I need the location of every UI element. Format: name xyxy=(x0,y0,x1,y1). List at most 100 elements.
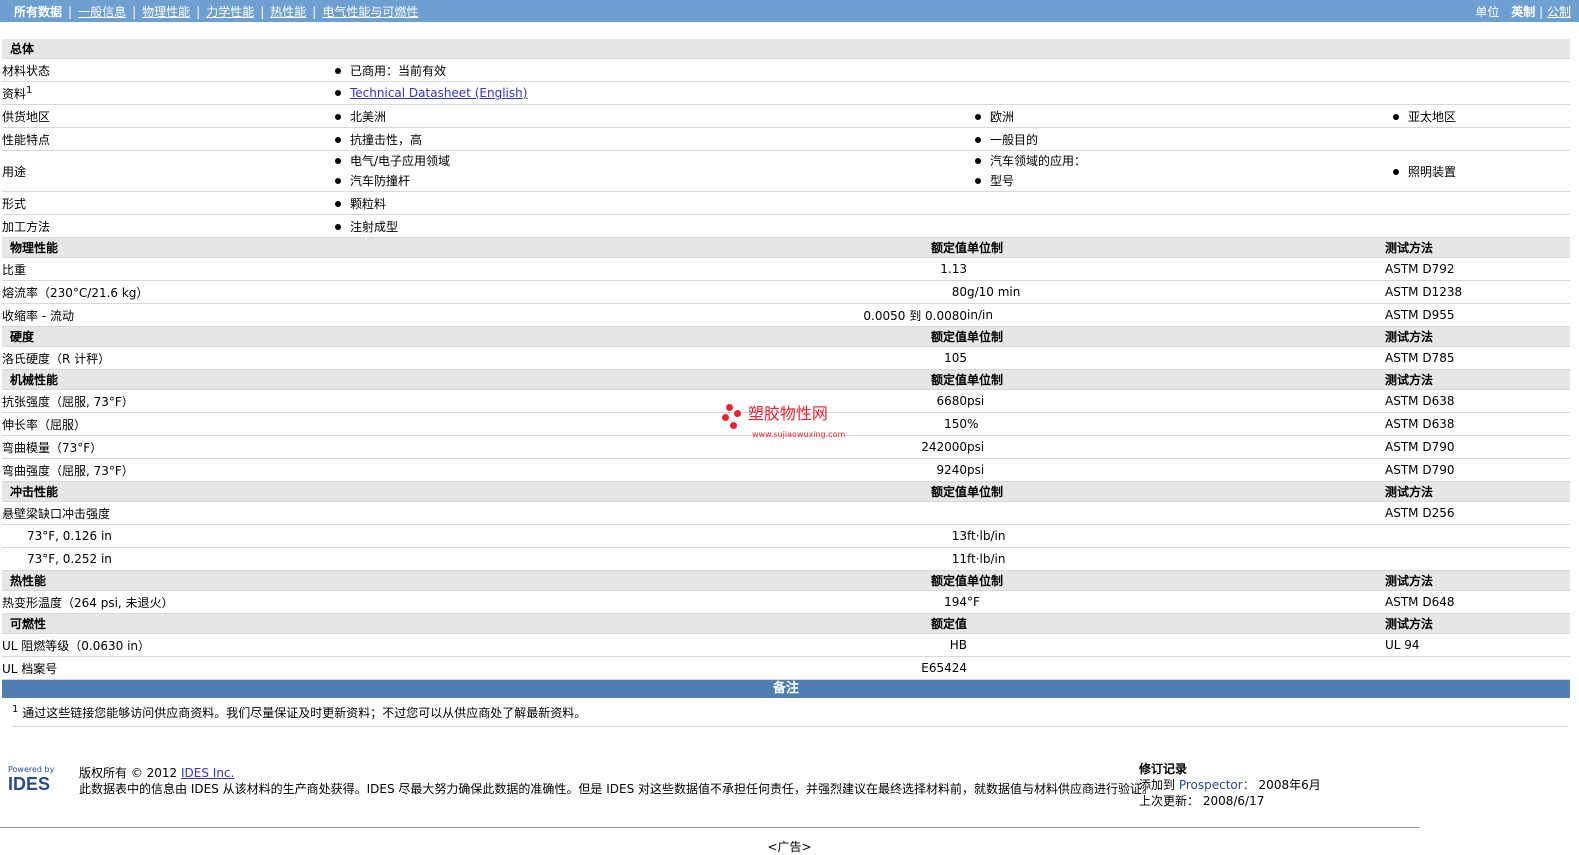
section-title: 热性能 xyxy=(2,570,327,591)
test-method: ASTM D1238 xyxy=(1385,280,1570,304)
revision-history: 修订记录 添加到 Prospector： 2008年6月 上次更新： 2008/… xyxy=(1139,761,1321,809)
header-value: 额定值 xyxy=(327,237,967,258)
bullet-icon xyxy=(335,113,341,120)
header-unit: 单位制 xyxy=(967,570,1385,591)
property-row: 熔流率（230°C/21.6 kg） 80 g/10 min ASTM D1238 xyxy=(2,280,1570,304)
property-name: 性能特点 xyxy=(2,127,327,151)
value-item: 已商用：当前有效 xyxy=(327,62,967,79)
test-method xyxy=(1385,524,1570,548)
copyright-block: 版权所有 © 2012 IDES Inc. 此数据表中的信息由 IDES 从该材… xyxy=(79,765,1154,797)
header-method: 测试方法 xyxy=(1385,237,1570,258)
value-item: 北美洲 xyxy=(327,108,967,125)
property-value: 150 xyxy=(327,412,967,436)
value-item: 抗撞击性，高 xyxy=(327,131,967,148)
property-label: 供货地区 xyxy=(2,109,51,124)
header-method: 测试方法 xyxy=(1385,613,1570,634)
property-name: 洛氏硬度（R 计秤） xyxy=(2,346,327,370)
test-method xyxy=(1385,547,1570,571)
property-value: 0.0050 到 0.0080 xyxy=(327,303,967,327)
tab-mechanical[interactable]: 力学性能 xyxy=(206,5,254,19)
copyright-text: 版权所有 © 2012 xyxy=(79,766,181,780)
footnote-mark: 1 xyxy=(12,704,19,715)
property-value: 194 xyxy=(327,590,967,614)
property-row: 比重 1.13 ASTM D792 xyxy=(2,257,1570,281)
property-row: 收缩率 - 流动 0.0050 到 0.0080 in/in ASTM D955 xyxy=(2,303,1570,327)
property-name: UL 档案号 xyxy=(2,656,327,680)
property-unit: °F xyxy=(967,590,1385,614)
property-unit xyxy=(967,656,1385,680)
general-row: 供货地区 北美洲 欧洲 亚太地区 xyxy=(2,104,1570,128)
property-value: 颗粒料 xyxy=(327,191,967,215)
tab-general-info[interactable]: 一般信息 xyxy=(78,5,126,19)
header-value: 额定值 xyxy=(327,326,967,347)
bullet-icon xyxy=(1393,113,1399,120)
property-value: 80 xyxy=(327,280,967,304)
test-method: ASTM D648 xyxy=(1385,590,1570,614)
property-unit xyxy=(967,346,1385,370)
header-value: 额定值 xyxy=(327,369,967,390)
property-row: 热变形温度（264 psi, 未退火） 194 °F ASTM D648 xyxy=(2,590,1570,614)
bullet-icon xyxy=(335,223,341,230)
property-value: 9240 xyxy=(327,458,967,482)
header-method: 测试方法 xyxy=(1385,369,1570,390)
property-value: 注射成型 xyxy=(327,214,967,238)
property-value xyxy=(1385,191,1570,215)
unit-imperial: 英制 xyxy=(1511,5,1536,19)
property-value: 6680 xyxy=(327,389,967,413)
logo-powered-by: Powered by xyxy=(8,765,55,774)
tab-all-data[interactable]: 所有数据 xyxy=(14,5,62,19)
property-value xyxy=(1385,214,1570,238)
property-unit xyxy=(967,633,1385,657)
header-value: 额定值 xyxy=(327,613,967,634)
ides-logo: Powered by IDES xyxy=(8,765,70,795)
unit-metric-link[interactable]: 公制 xyxy=(1547,5,1571,19)
property-value: 亚太地区 xyxy=(1385,104,1570,128)
bullet-icon xyxy=(335,178,341,184)
test-method: UL 94 xyxy=(1385,633,1570,657)
value-item: 型号 xyxy=(967,171,1385,191)
rev-updated-date: 2008/6/17 xyxy=(1202,794,1265,808)
property-name: 熔流率（230°C/21.6 kg） xyxy=(2,280,327,304)
header-unit: 单位制 xyxy=(967,369,1385,390)
test-method: ASTM D790 xyxy=(1385,435,1570,459)
tab-electrical-flammability[interactable]: 电气性能与可燃性 xyxy=(322,5,418,19)
bullet-icon xyxy=(335,158,341,164)
property-value xyxy=(967,191,1385,215)
header-unit: 单位制 xyxy=(967,326,1385,347)
header-method: 测试方法 xyxy=(1385,570,1570,591)
property-name: 资料1 xyxy=(2,81,327,105)
property-unit: ft·lb/in xyxy=(967,524,1385,548)
test-method: ASTM D785 xyxy=(1385,346,1570,370)
section-header: 热性能 额定值 单位制 测试方法 xyxy=(2,570,1570,591)
property-value: 电气/电子应用领域 汽车防撞杆 xyxy=(327,150,967,192)
footnote-ref: 1 xyxy=(26,84,33,96)
tab-physical[interactable]: 物理性能 xyxy=(142,5,190,19)
value-item: 欧洲 xyxy=(967,108,1385,125)
property-name: 加工方法 xyxy=(2,214,327,238)
property-name: UL 阻燃等级（0.0630 in） xyxy=(2,633,327,657)
revision-title: 修订记录 xyxy=(1139,762,1188,776)
footer: Powered by IDES 版权所有 © 2012 IDES Inc. 此数… xyxy=(0,757,1420,828)
ides-link[interactable]: IDES Inc. xyxy=(181,766,234,780)
property-unit xyxy=(967,501,1385,525)
property-unit: psi xyxy=(967,389,1385,413)
property-value xyxy=(1385,127,1570,151)
watermark-logo-icon xyxy=(722,402,744,430)
datasheet-link[interactable]: Technical Datasheet (English) xyxy=(350,86,527,100)
tab-thermal[interactable]: 热性能 xyxy=(270,5,306,19)
value-item: 注射成型 xyxy=(327,218,967,235)
property-name: 73°F, 0.252 in xyxy=(2,547,327,571)
property-value: 13 xyxy=(327,524,967,548)
value-text: 照明装置 xyxy=(1408,164,1457,179)
property-name: 弯曲强度（屈服, 73°F） xyxy=(2,458,327,482)
section-header: 机械性能 额定值 单位制 测试方法 xyxy=(2,369,1570,390)
section-header: 硬度 额定值 单位制 测试方法 xyxy=(2,326,1570,347)
property-unit xyxy=(967,257,1385,281)
header-unit: 单位制 xyxy=(967,237,1385,258)
bullet-icon xyxy=(335,200,341,207)
property-value xyxy=(967,214,1385,238)
test-method: ASTM D638 xyxy=(1385,389,1570,413)
property-name: 材料状态 xyxy=(2,58,327,82)
value-text: 亚太地区 xyxy=(1408,109,1457,124)
property-row: 洛氏硬度（R 计秤） 105 ASTM D785 xyxy=(2,346,1570,370)
